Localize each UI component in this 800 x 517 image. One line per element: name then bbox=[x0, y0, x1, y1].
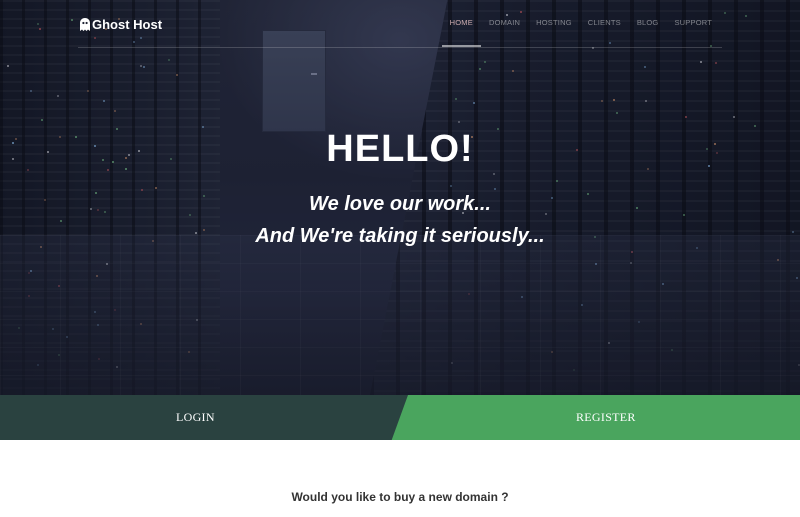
nav-hosting[interactable]: HOSTING bbox=[528, 18, 580, 27]
nav-blog[interactable]: BLOG bbox=[629, 18, 667, 27]
domain-question: Would you like to buy a new domain ? bbox=[291, 490, 509, 504]
top-navbar: Ghost Host HOME DOMAIN HOSTING CLIENTS B… bbox=[0, 0, 800, 48]
register-label: REGISTER bbox=[576, 410, 636, 424]
nav-support[interactable]: SUPPORT bbox=[666, 18, 720, 27]
main-menu: HOME DOMAIN HOSTING CLIENTS BLOG SUPPORT bbox=[441, 18, 720, 47]
nav-domain[interactable]: DOMAIN bbox=[481, 18, 528, 27]
nav-clients[interactable]: CLIENTS bbox=[580, 18, 629, 27]
login-button[interactable]: LOGIN bbox=[0, 395, 408, 440]
auth-bar: REGISTER LOGIN bbox=[0, 395, 800, 440]
brand-name: Ghost Host bbox=[92, 17, 163, 32]
nav-divider bbox=[78, 47, 722, 48]
hero-tagline-1: We love our work... bbox=[309, 193, 491, 215]
brand-logo[interactable]: Ghost Host bbox=[80, 17, 162, 32]
hero-headline: HELLO! bbox=[326, 128, 474, 170]
login-label: LOGIN bbox=[176, 410, 215, 424]
hero-tagline-2: And We're taking it seriously... bbox=[255, 225, 545, 247]
nav-home[interactable]: HOME bbox=[441, 18, 482, 47]
ghost-icon bbox=[80, 17, 90, 32]
hero-banner: Ghost Host HOME DOMAIN HOSTING CLIENTS B… bbox=[0, 0, 800, 395]
